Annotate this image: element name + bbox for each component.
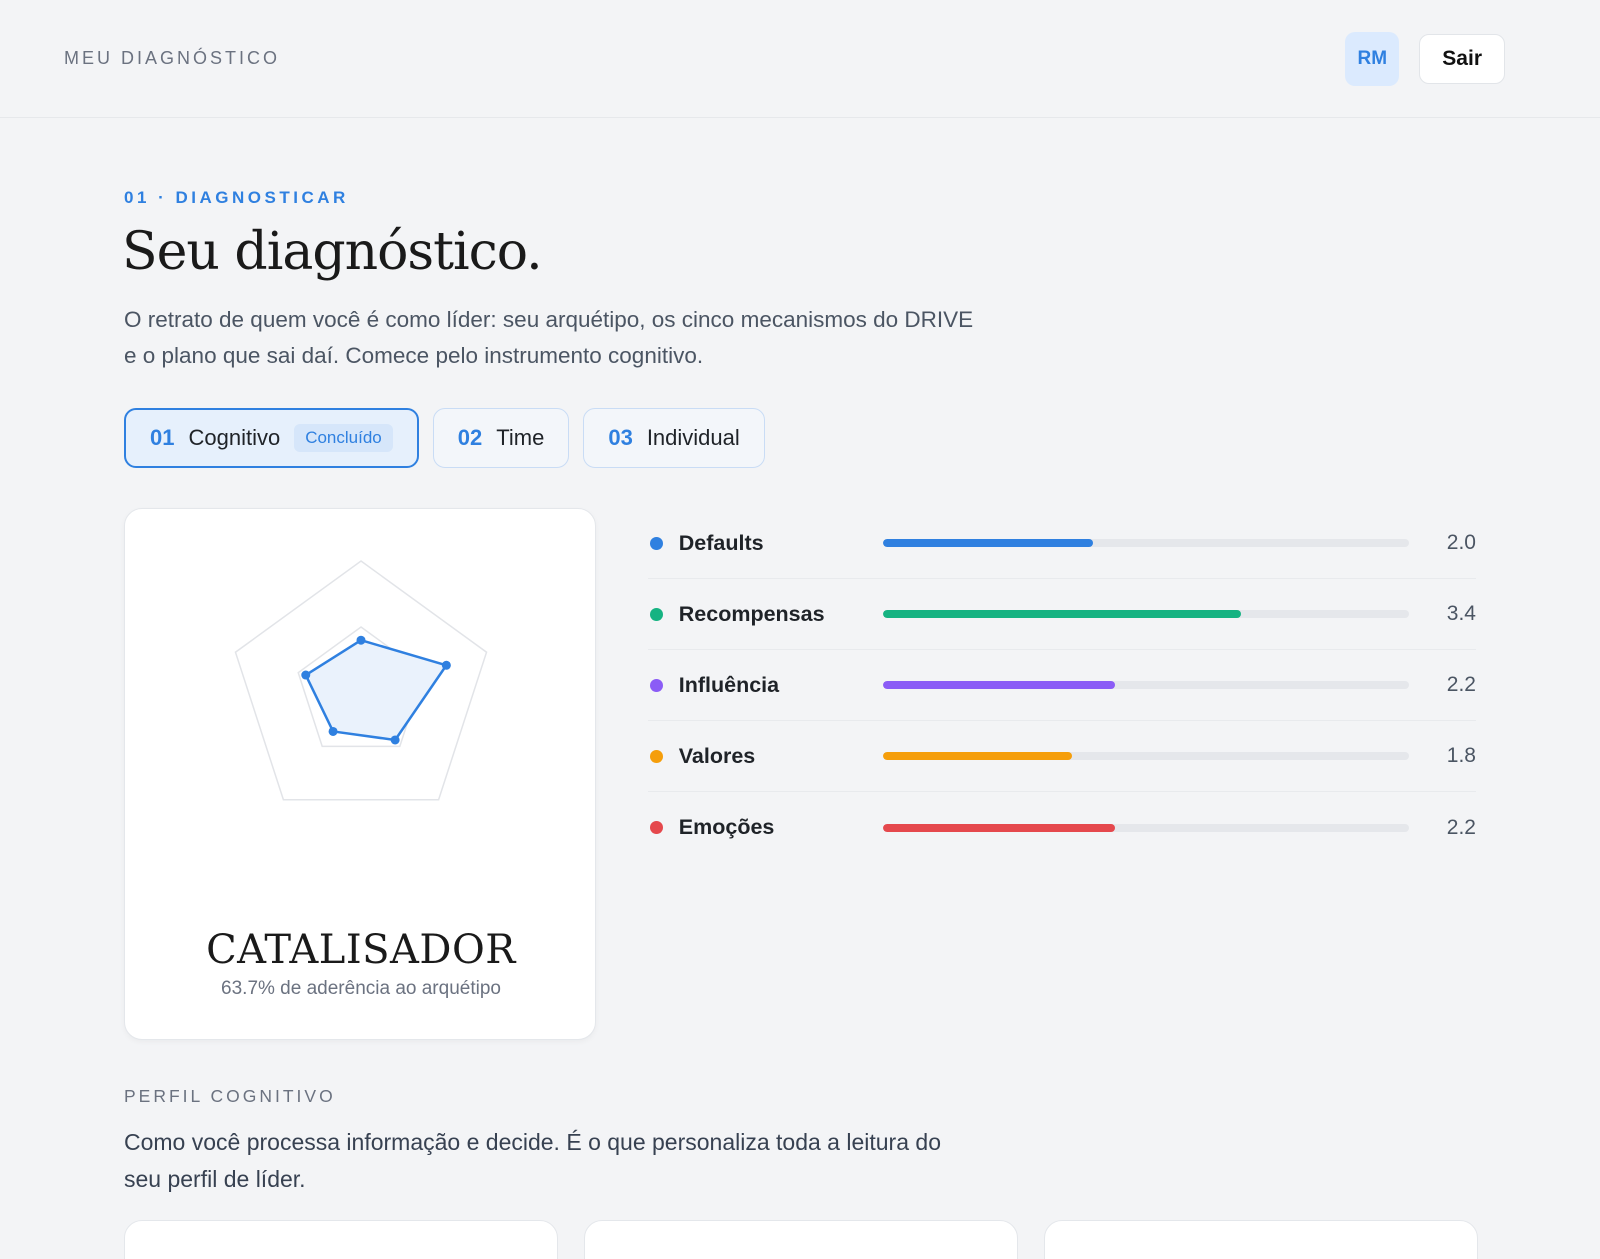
profile-card[interactable]: [124, 1220, 558, 1259]
metric-bar-fill: [882, 539, 1094, 547]
metric-label: Defaults: [678, 530, 764, 555]
page-intro: O retrato de quem você é como líder: seu…: [124, 307, 974, 368]
metric-label: Recompensas: [678, 601, 825, 626]
step-eyebrow: 01 · DIAGNOSTICAR: [124, 188, 349, 207]
metric-bar-track: [882, 610, 1410, 618]
metric-label: Emoções: [678, 815, 775, 839]
section-label: PERFIL COGNITIVO: [124, 1086, 336, 1106]
tab-number: 01: [150, 425, 175, 450]
metric-label: Influência: [678, 672, 780, 697]
archetype-card: CATALISADOR 63.7% de aderência ao arquét…: [124, 508, 596, 1040]
metric-row: Recompensas 3.4: [648, 579, 1476, 650]
radar-point: [328, 726, 338, 736]
metric-dot: [650, 607, 663, 621]
drive-metrics: Defaults 2.0 Recompensas 3.4 Influência …: [648, 508, 1476, 863]
metric-value: 1.8: [1446, 744, 1476, 767]
archetype-name: CATALISADOR: [206, 927, 516, 973]
page-title: Seu diagnóstico.: [122, 222, 543, 282]
metric-dot: [650, 749, 663, 763]
tab-cognitivo[interactable]: 01 Cognitivo Concluído: [124, 408, 419, 468]
metric-bar-track: [882, 752, 1410, 760]
logout-button[interactable]: Sair: [1419, 33, 1505, 84]
metric-dot: [650, 536, 663, 550]
section-description: Como você processa informação e decide. …: [124, 1129, 941, 1192]
metric-row: Influência 2.2: [648, 650, 1476, 721]
metric-label: Valores: [678, 743, 756, 768]
profile-card[interactable]: [584, 1220, 1018, 1259]
metric-dot: [650, 821, 663, 834]
radar-point: [441, 660, 451, 670]
tab-individual[interactable]: 03 Individual: [583, 408, 765, 468]
avatar[interactable]: RM: [1345, 31, 1400, 86]
metric-bar-track: [882, 823, 1410, 832]
metric-value: 2.2: [1446, 673, 1476, 696]
radar-chart: [234, 560, 488, 801]
metric-row: Valores 1.8: [648, 721, 1476, 792]
metric-row: Defaults 2.0: [648, 508, 1476, 579]
metric-bar-fill: [882, 823, 1115, 832]
metric-value: 2.0: [1446, 531, 1476, 554]
metric-bar-fill: [882, 752, 1073, 760]
archetype-adherence: 63.7% de aderência ao arquétipo: [221, 978, 501, 999]
tab-label: Time: [496, 425, 545, 450]
completed-badge: Concluído: [294, 424, 393, 452]
tab-label: Cognitivo: [188, 425, 281, 450]
user-actions: RM Sair: [1345, 31, 1505, 86]
metric-bar-track: [882, 539, 1410, 547]
instrument-tabs: 01 Cognitivo Concluído 02 Time 03 Indivi…: [124, 408, 765, 468]
radar-point: [390, 735, 400, 745]
metric-dot: [650, 678, 663, 692]
metric-bar-track: [882, 681, 1410, 689]
metric-row: Emoções 2.2: [648, 792, 1476, 863]
metric-value: 3.4: [1446, 602, 1476, 625]
metric-bar-fill: [882, 610, 1241, 618]
radar-point: [356, 635, 366, 645]
tab-number: 02: [457, 425, 483, 450]
metric-value: 2.2: [1446, 815, 1476, 839]
radar-point: [301, 670, 311, 680]
tab-label: Individual: [646, 425, 740, 450]
top-bar: MEU DIAGNÓSTICO RM Sair: [0, 0, 1600, 118]
metric-bar-fill: [882, 681, 1115, 689]
tab-number: 03: [608, 425, 633, 450]
tab-time[interactable]: 02 Time: [432, 408, 570, 468]
app-title: MEU DIAGNÓSTICO: [64, 48, 281, 68]
profile-card[interactable]: [1044, 1220, 1478, 1259]
radar-series: [304, 638, 448, 742]
